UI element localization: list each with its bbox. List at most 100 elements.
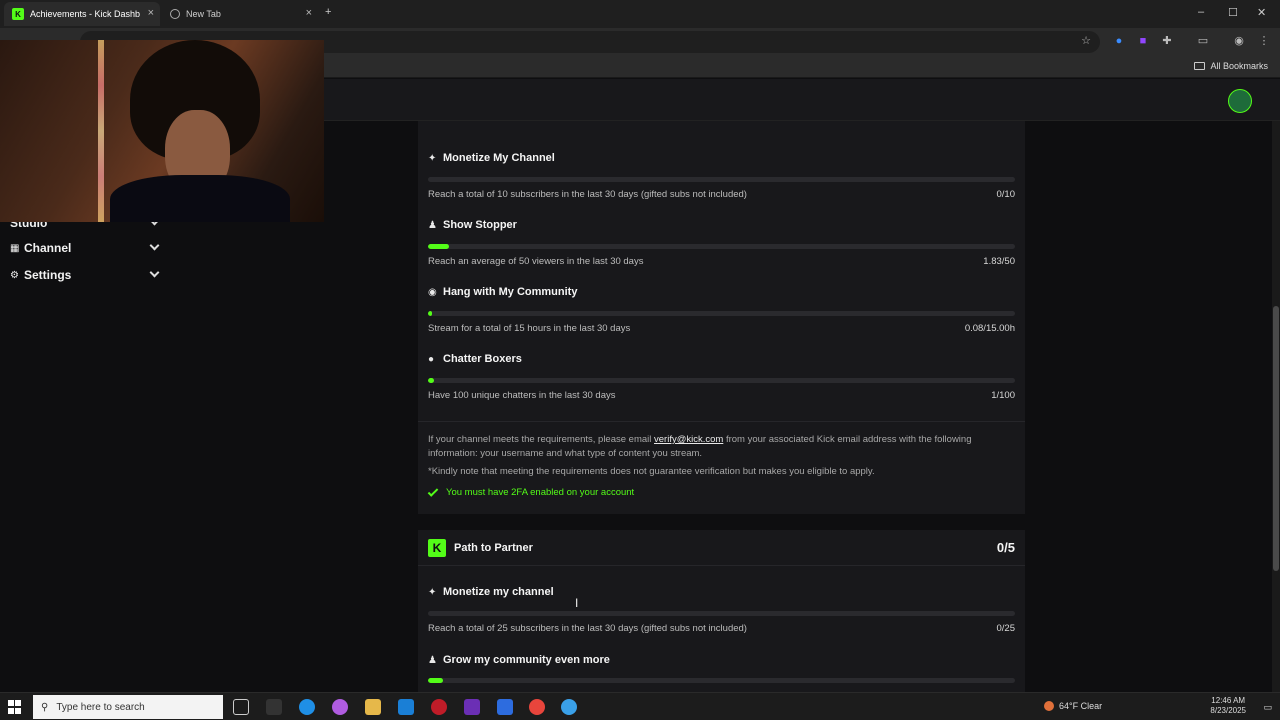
twitch-extension-icon[interactable]: ■: [1136, 34, 1150, 48]
divider: [418, 565, 1025, 566]
webcam-body: [110, 175, 290, 222]
browser-tab-bar: K Achievements - Kick Dashb × New Tab × …: [0, 0, 1280, 28]
tab-achievements[interactable]: K Achievements - Kick Dashb ×: [4, 2, 160, 26]
grid-icon: ▦: [10, 242, 20, 254]
maximize-icon[interactable]: ☐: [1228, 6, 1238, 19]
sidebar-item-label: Channel: [24, 241, 72, 255]
tab-label: New Tab: [186, 9, 221, 19]
app-icon-2[interactable]: [561, 699, 577, 715]
achievement-count: 0/10: [996, 189, 1016, 200]
chevron-down-icon: [149, 240, 160, 251]
sidebar-item-settings[interactable]: ⚙ Settings: [10, 265, 160, 285]
new-tab-icon[interactable]: +: [325, 6, 331, 18]
progress-bar: [428, 177, 1015, 182]
verified-achievements-card: ✦ Monetize My Channel Reach a total of 1…: [418, 121, 1025, 514]
text-cursor-icon: I: [575, 596, 579, 610]
weather-widget[interactable]: 64°F Clear: [1044, 701, 1102, 711]
users-icon: ♟: [428, 654, 437, 666]
progress-bar: [428, 611, 1015, 616]
broadcast-icon: ◉: [428, 286, 437, 298]
close-window-icon[interactable]: ✕: [1257, 6, 1266, 19]
achievement-count: 1.83/50: [983, 256, 1015, 267]
taskbar-search-input[interactable]: ⚲ Type here to search: [33, 695, 223, 719]
chevron-down-icon: [149, 267, 160, 278]
progress-bar: [428, 311, 1015, 316]
file-explorer-icon[interactable]: [365, 699, 381, 715]
notification-icon[interactable]: ▭: [1263, 696, 1272, 718]
chat-bubble-icon: ●: [428, 353, 435, 365]
partner-achievements-card: K Path to Partner 0/5 ✦ Monetize my chan…: [418, 530, 1025, 692]
minimize-icon[interactable]: –: [1198, 6, 1204, 18]
taskbar-clock[interactable]: 12:46 AM 8/23/2025: [1210, 696, 1246, 716]
card-count: 0/5: [996, 540, 1015, 555]
progress-fill: [428, 244, 450, 249]
webcam-overlay: [0, 40, 324, 222]
verification-note: *Kindly note that meeting the requiremen…: [428, 466, 875, 477]
verify-email-link[interactable]: verify@kick.com: [654, 434, 723, 445]
achievement-title: ● Chatter Boxers: [428, 353, 522, 365]
windows-start-icon[interactable]: [8, 700, 22, 714]
obs-icon[interactable]: [431, 699, 447, 715]
progress-fill: [428, 311, 432, 316]
progress-bar: [428, 378, 1015, 383]
progress-bar: [428, 678, 1015, 683]
search-icon: ⚲: [41, 701, 49, 713]
copilot-icon[interactable]: [332, 699, 348, 715]
kick-favicon-icon: K: [12, 8, 24, 20]
check-icon: [427, 485, 439, 497]
achievement-title: ♟ Show Stopper: [428, 219, 517, 231]
achievement-count: 0.08/15.00h: [964, 323, 1015, 334]
achievement-title: ✦ Monetize My Channel: [428, 152, 555, 164]
page-scrollbar[interactable]: [1272, 121, 1280, 692]
achievement-title: ◉ Hang with My Community: [428, 286, 578, 298]
all-bookmarks-button[interactable]: All Bookmarks: [1194, 61, 1268, 71]
chrome-icon[interactable]: [529, 699, 545, 715]
gear-icon: ⚙: [10, 269, 19, 281]
achievement-title: ♟ Grow my community even more: [428, 654, 610, 666]
divider: [418, 421, 1025, 422]
verification-info: If your channel meets the requirements, …: [428, 434, 972, 459]
folder-icon: [1194, 62, 1206, 70]
users-icon: ♟: [428, 219, 437, 231]
achievement-description: Reach a total of 10 subscribers in the l…: [428, 189, 747, 200]
epic-games-icon[interactable]: [266, 699, 282, 715]
menu-icon[interactable]: ⋮: [1257, 34, 1271, 48]
outlook-icon[interactable]: [398, 699, 414, 715]
app-icon[interactable]: [464, 699, 480, 715]
achievement-description: Reach a total of 25 subscribers in the l…: [428, 623, 747, 634]
tab-label: Achievements - Kick Dashb: [30, 9, 141, 19]
close-tab-icon[interactable]: ×: [306, 7, 312, 19]
achievement-count: 1/100: [991, 390, 1015, 401]
windows-taskbar: ⚲ Type here to search 64°F Clear 12:46 A…: [0, 692, 1280, 720]
sparkle-icon: ✦: [428, 152, 437, 164]
scrollbar-thumb[interactable]: [1273, 306, 1279, 571]
achievement-description: Reach an average of 50 viewers in the la…: [428, 256, 644, 267]
puzzle-icon[interactable]: ✚: [1160, 34, 1174, 48]
store-icon[interactable]: [497, 699, 513, 715]
avatar[interactable]: [1228, 89, 1252, 113]
task-view-icon[interactable]: [233, 699, 249, 715]
achievement-title: ✦ Monetize my channel: [428, 586, 554, 598]
progress-fill: [428, 678, 443, 683]
card-title: Path to Partner: [454, 542, 533, 554]
profile-icon[interactable]: ◉: [1232, 34, 1246, 48]
weather-icon: [1044, 701, 1054, 711]
sidebar-item-channel[interactable]: ▦ Channel: [10, 238, 160, 258]
achievement-description: Stream for a total of 15 hours in the la…: [428, 323, 631, 334]
achievement-count: 0/25: [996, 623, 1016, 634]
tab-new-tab[interactable]: New Tab ×: [162, 2, 318, 26]
close-tab-icon[interactable]: ×: [148, 7, 154, 19]
edge-icon[interactable]: [299, 699, 315, 715]
card-header: K Path to Partner: [428, 539, 533, 557]
sidebar-item-label: Settings: [24, 268, 72, 282]
achievement-description: Have 100 unique chatters in the last 30 …: [428, 390, 616, 401]
split-view-icon[interactable]: ▭: [1196, 34, 1210, 48]
bookmark-star-icon[interactable]: ☆: [1079, 34, 1093, 48]
progress-bar: [428, 244, 1015, 249]
extension-icon[interactable]: ●: [1112, 34, 1126, 48]
progress-fill: [428, 378, 434, 383]
all-bookmarks-label: All Bookmarks: [1210, 61, 1268, 71]
sparkle-icon: ✦: [428, 586, 437, 598]
kick-logo-icon: K: [428, 539, 446, 557]
globe-icon: [170, 9, 180, 19]
